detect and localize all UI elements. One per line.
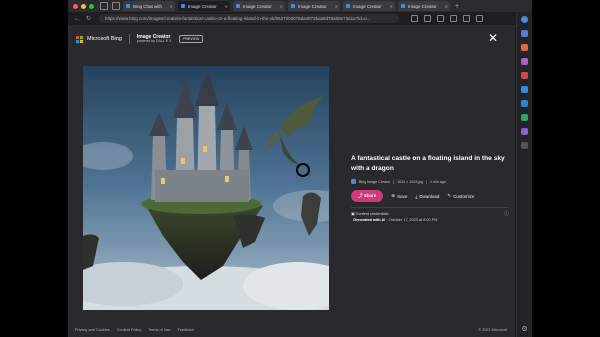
image-meta: Bing Image Creator | 1024 × 1024 jpg | 1… [351,179,446,184]
tab-5[interactable]: Image Creator ✕ [398,1,450,11]
download-icon: ⤓ [415,193,418,199]
footer-link-terms[interactable]: Terms of Use [148,328,170,332]
tab-close-icon[interactable]: ✕ [280,4,283,9]
tab-4[interactable]: Image Creator ✕ [343,1,395,11]
tab-close-icon[interactable]: ✕ [225,4,228,9]
shopping-icon[interactable] [521,44,528,51]
generated-label: Generated with AI [353,218,386,222]
footer: Privacy and Cookies Content Policy Terms… [68,323,515,337]
bing-tab-icon [126,4,130,8]
settings-gear-icon[interactable]: ⚙ [521,325,527,333]
powered-by: powered by DALL·E 3 [136,38,172,43]
content-credentials: ▣ Content credentials Generated with AI … [351,211,437,223]
more-icon[interactable] [476,15,484,22]
microsoft-logo-icon [76,35,83,43]
bing-tab-icon [236,4,240,8]
customize-icon: ✎ [447,193,452,198]
minimize-window-button[interactable] [81,3,86,9]
outlook-icon[interactable] [521,100,528,107]
image-viewer: Microsoft Bing Image Creator powered by … [68,26,515,337]
customize-button[interactable]: ✎ Customize [447,193,474,199]
divider [351,207,508,208]
source-label: Bing Image Creator [359,179,391,184]
games-icon[interactable] [521,72,528,79]
left-letterbox [0,0,68,337]
bing-tab-icon [401,4,405,8]
generated-date: · October 17, 2023 at 8:00 PM [386,218,438,222]
tab-close-icon[interactable]: ✕ [390,4,393,9]
tab-label: Image Creator [298,3,327,9]
footer-link-privacy[interactable]: Privacy and Cookies [75,328,110,332]
tab-close-icon[interactable]: ✕ [335,4,338,9]
tab-label: Image Creator [408,3,437,9]
bing-tab-icon [291,4,295,8]
close-window-button[interactable] [73,3,78,9]
brand-header: Microsoft Bing Image Creator powered by … [76,34,204,44]
tab-label: Image Creator [353,3,382,9]
tab-label: Bing Chat with [133,3,163,9]
image-creator-label[interactable]: Image Creator powered by DALL·E 3 [136,34,172,44]
save-icon: ⊕ [391,193,396,198]
search-icon[interactable] [521,30,528,37]
divider [128,34,130,44]
bing-icon [351,179,356,184]
office-icon[interactable] [521,86,528,93]
tab-close-icon[interactable]: ✕ [445,4,448,9]
tab-strip: Bing Chat with ✕ Image Creator ✕ Image C… [68,0,532,12]
drop-icon[interactable] [521,114,528,121]
tab-3[interactable]: Image Creator ✕ [288,1,340,11]
tab-actions-icon[interactable] [112,2,120,10]
credentials-heading: Content credentials [355,212,389,216]
url-field[interactable]: https://www.bing.com/images/create/a-fan… [99,14,400,23]
bing-tab-icon [346,4,350,8]
favorite-icon[interactable] [424,15,432,22]
maximize-window-button[interactable] [89,3,94,9]
refresh-icon[interactable]: ↻ [86,15,91,22]
designer-icon[interactable] [521,128,528,135]
edge-sidebar: ⚙ [516,12,532,337]
info-icon[interactable]: ⓘ [504,210,509,217]
right-letterbox [532,0,600,337]
profile-icon[interactable] [463,15,471,22]
copyright: © 2023 Microsoft [478,328,507,332]
copilot-icon[interactable] [521,16,528,23]
brand-name[interactable]: Microsoft Bing [87,36,122,42]
share-button[interactable]: ⤴ Share [351,190,384,202]
sidebar-toggle-icon[interactable] [100,2,108,10]
bing-tab-icon [181,4,185,8]
tab-1[interactable]: Image Creator ✕ [178,1,230,11]
window-controls [73,3,94,9]
action-bar: ⤴ Share ⊕ Save ⤓ Download ✎ Customize [351,190,474,202]
browser-window: Bing Chat with ✕ Image Creator ✕ Image C… [68,0,532,337]
credentials-icon: ▣ [351,212,355,216]
tab-0[interactable]: Bing Chat with ✕ [123,1,175,11]
collections-icon[interactable] [450,15,458,22]
footer-link-feedback[interactable]: Feedback [177,328,194,332]
tab-2[interactable]: Image Creator ✕ [233,1,285,11]
tab-label: Image Creator [243,3,272,9]
address-bar: ← ↻ https://www.bing.com/images/create/a… [68,12,532,26]
resolution-label: 1024 × 1024 jpg [397,179,423,184]
tab-close-icon[interactable]: ✕ [170,4,173,9]
split-screen-icon[interactable] [437,15,445,22]
close-viewer-icon[interactable]: ✕ [488,32,498,44]
toolbar-icons [411,15,484,22]
save-button[interactable]: ⊕ Save [391,193,407,199]
reader-icon[interactable] [411,15,419,22]
tab-controls [100,2,120,10]
back-icon[interactable]: ← [74,16,80,22]
tab-label: Image Creator [188,3,217,9]
generated-image[interactable] [83,66,329,310]
new-tab-button[interactable]: + [455,3,459,10]
image-title: A fantastical castle on a floating islan… [351,155,505,172]
age-label: 1 min ago [429,179,446,184]
download-button[interactable]: ⤓ Download [415,194,439,199]
tools-icon[interactable] [521,58,528,65]
add-icon[interactable] [521,142,528,149]
footer-link-content-policy[interactable]: Content Policy [117,328,141,332]
preview-badge: PREVIEW [179,35,204,43]
